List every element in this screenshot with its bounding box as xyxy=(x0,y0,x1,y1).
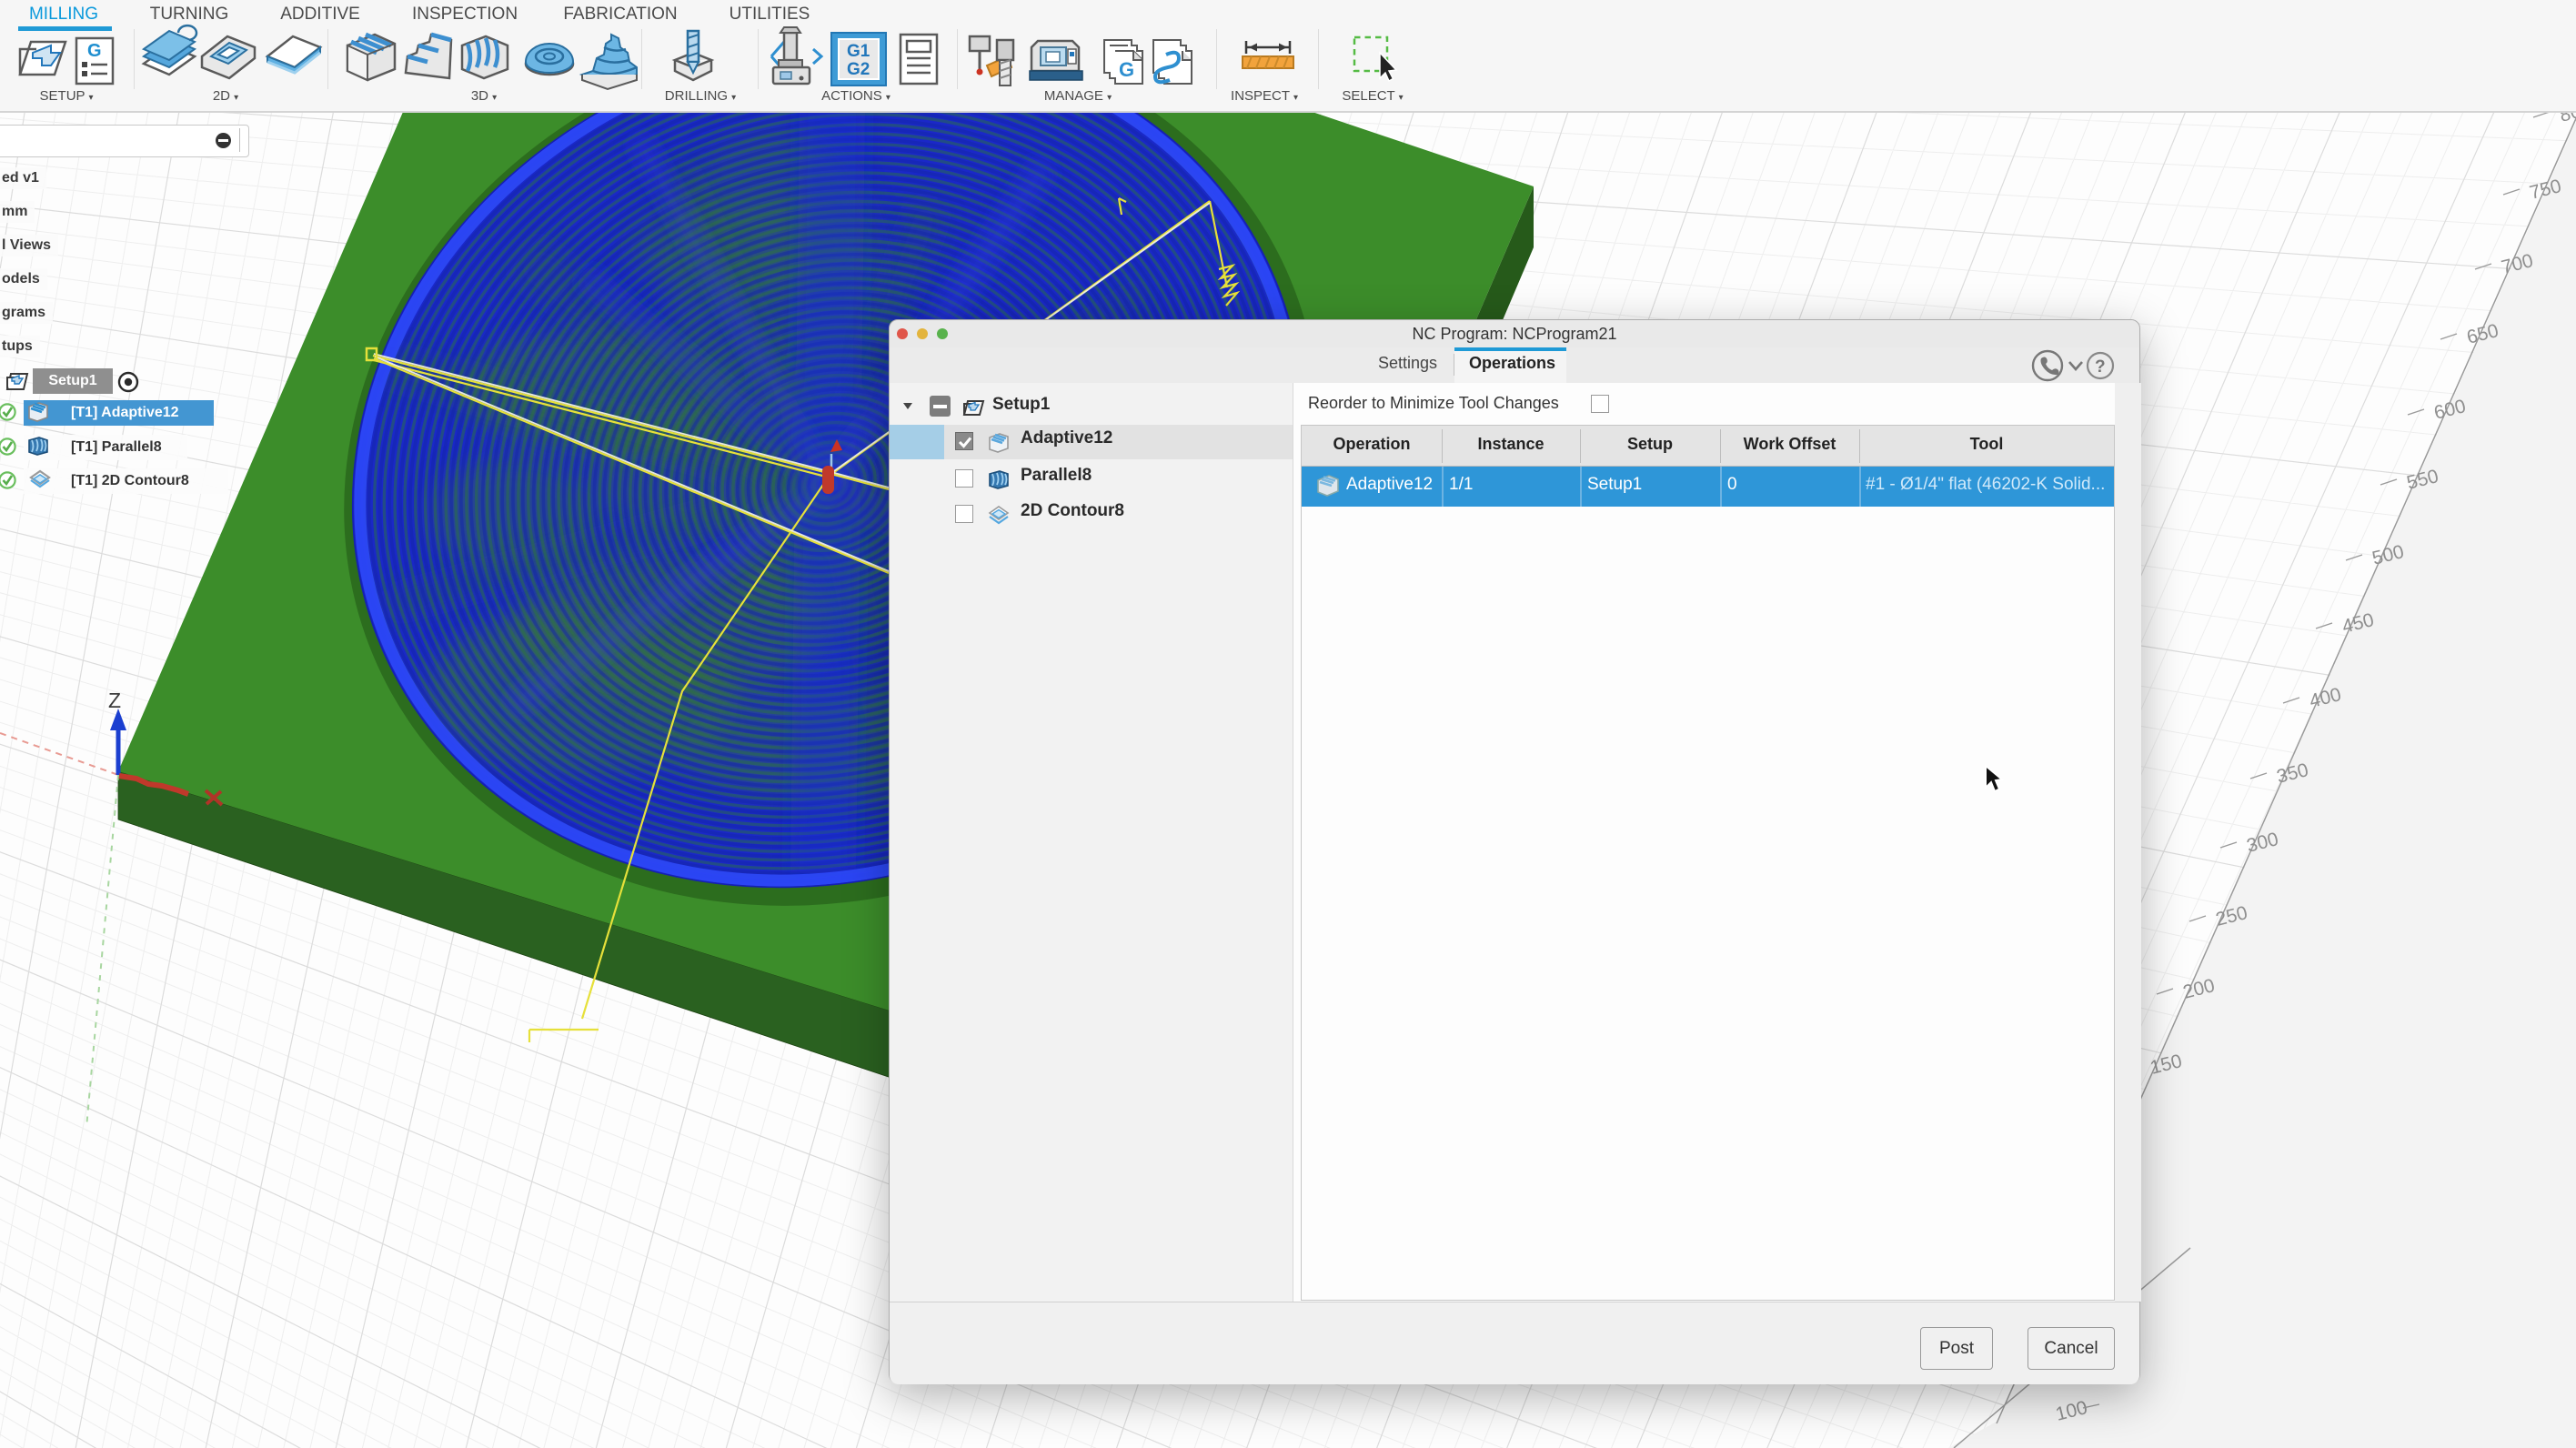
svg-text:G: G xyxy=(1119,58,1134,81)
svg-text:G2: G2 xyxy=(847,60,870,79)
svg-text:?: ? xyxy=(2095,357,2106,377)
svg-text:G: G xyxy=(87,41,102,61)
svg-text:Z: Z xyxy=(108,689,121,712)
svg-text:G1: G1 xyxy=(847,42,870,61)
